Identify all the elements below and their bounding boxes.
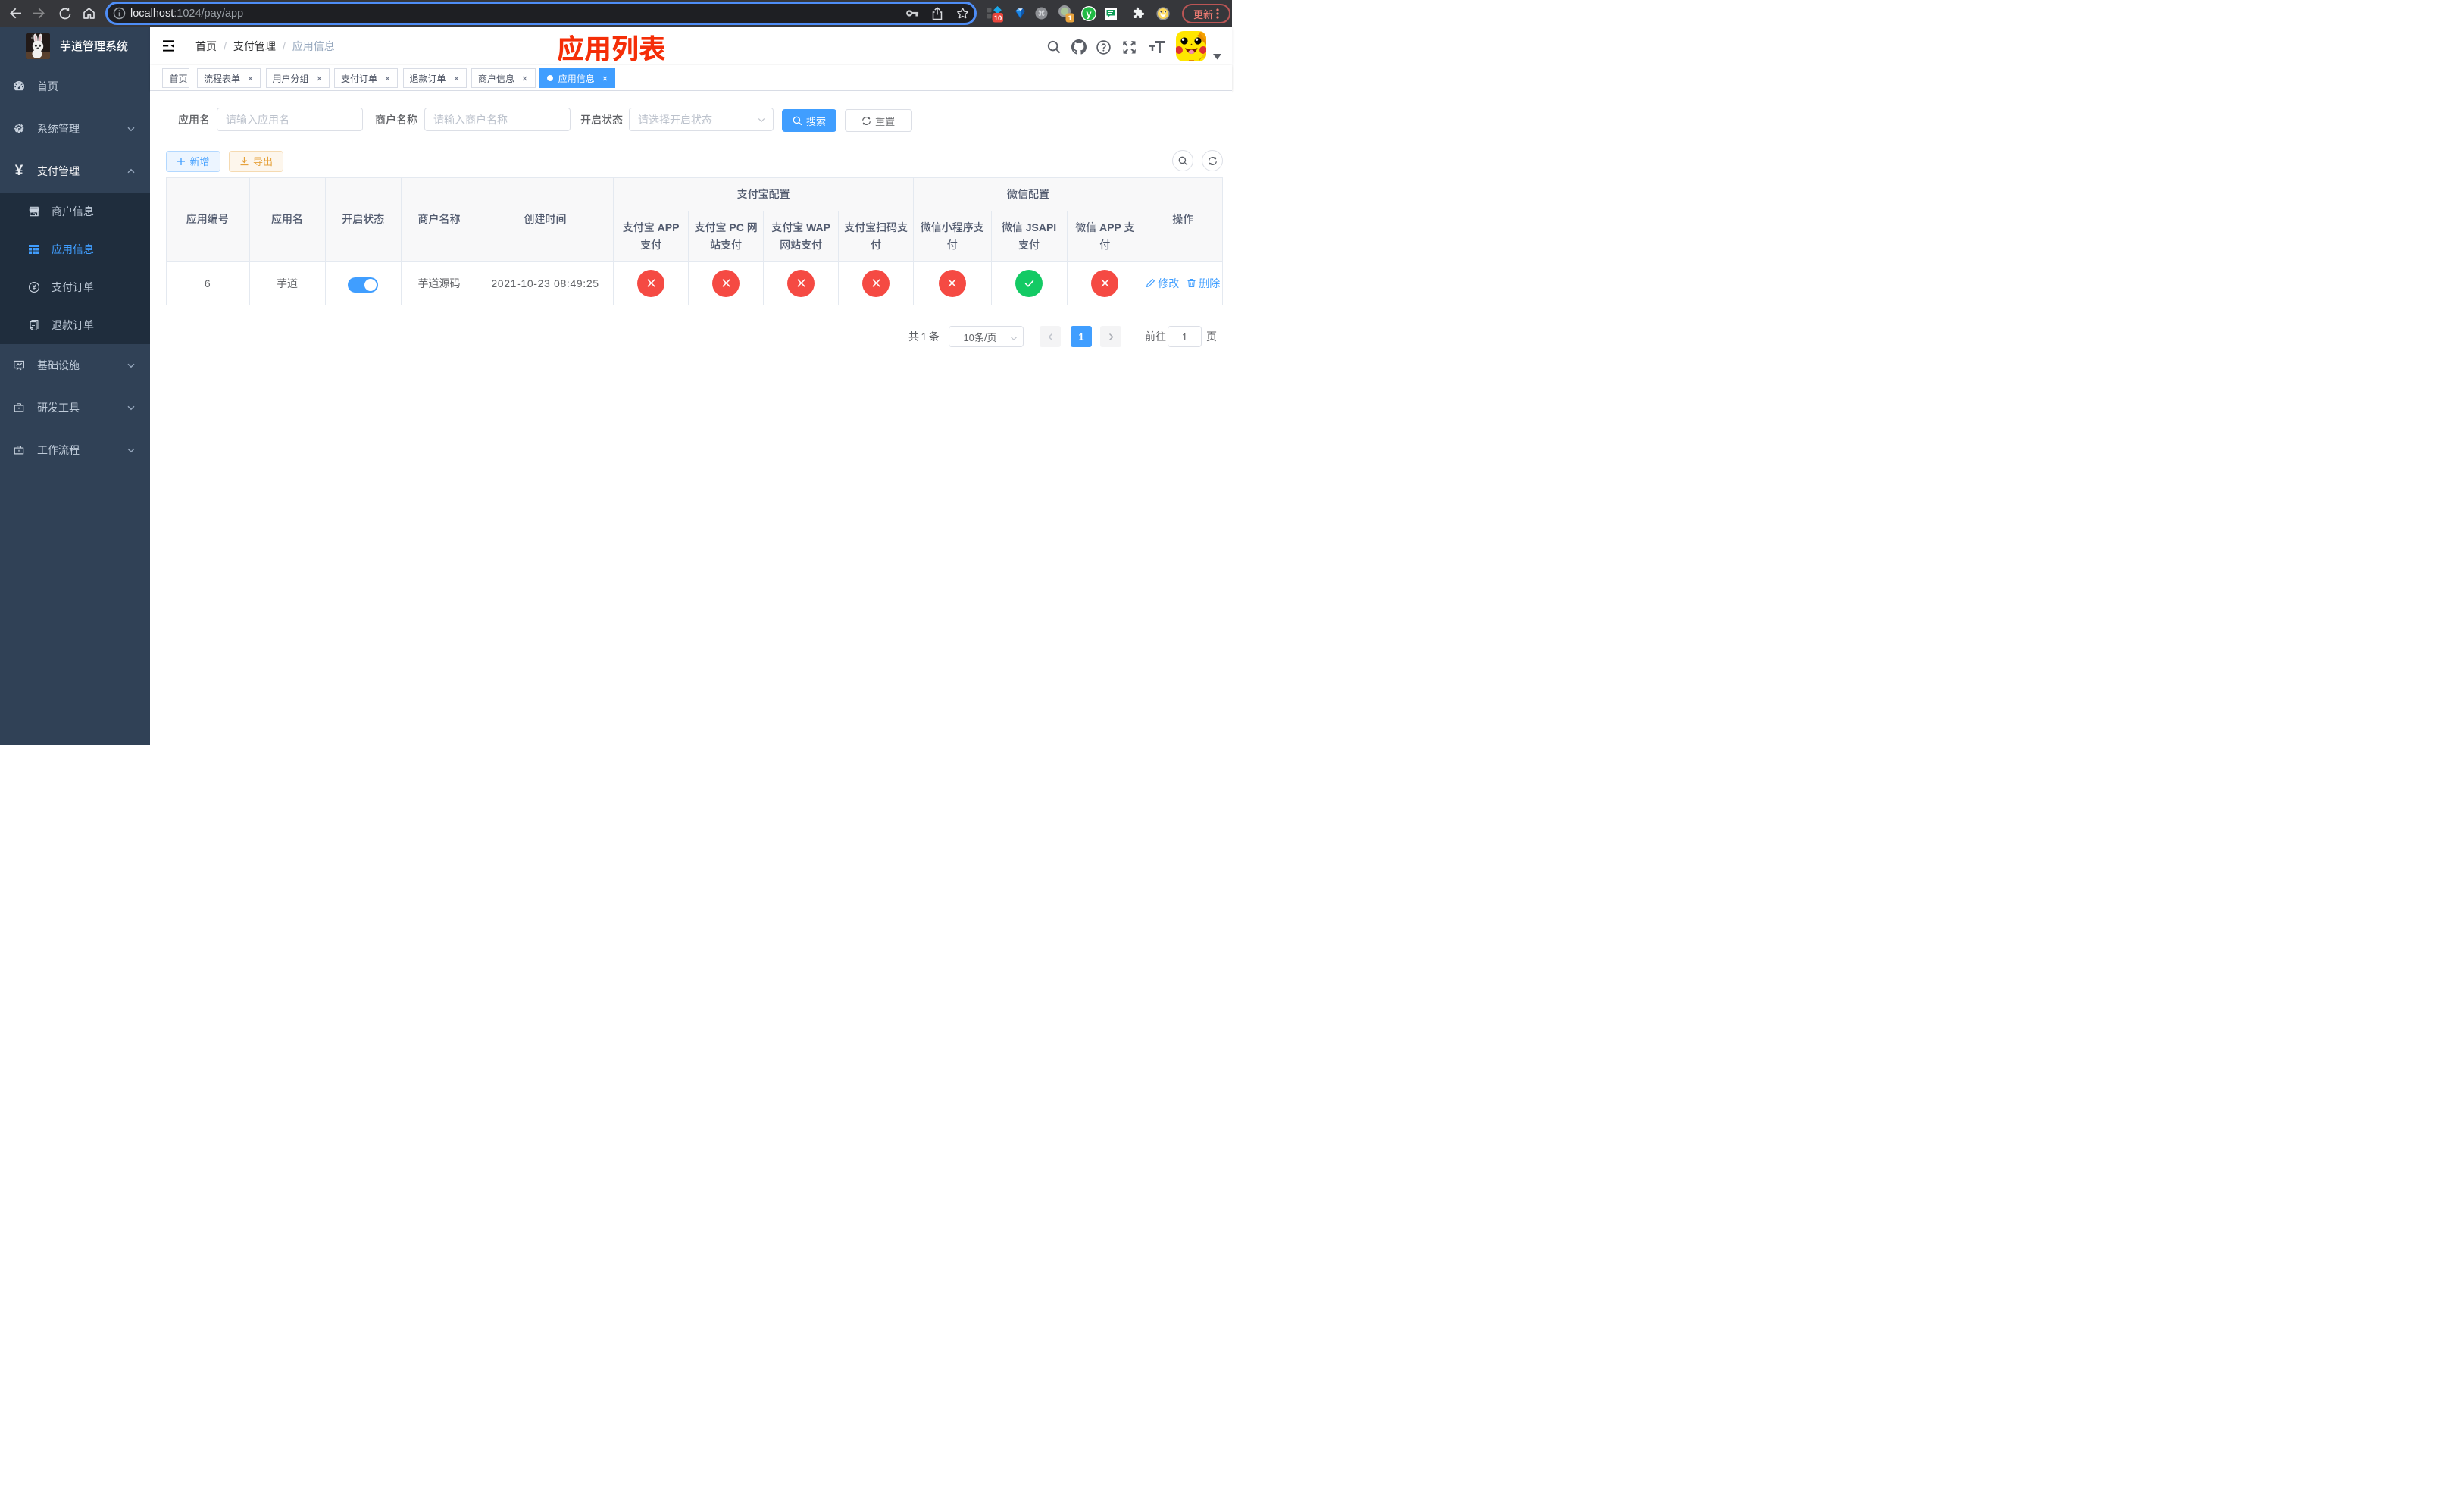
- svg-text:1: 1: [1068, 14, 1073, 22]
- svg-text:y: y: [1086, 8, 1092, 19]
- svg-text:⌘: ⌘: [1037, 10, 1045, 18]
- svg-text:10: 10: [994, 14, 1002, 23]
